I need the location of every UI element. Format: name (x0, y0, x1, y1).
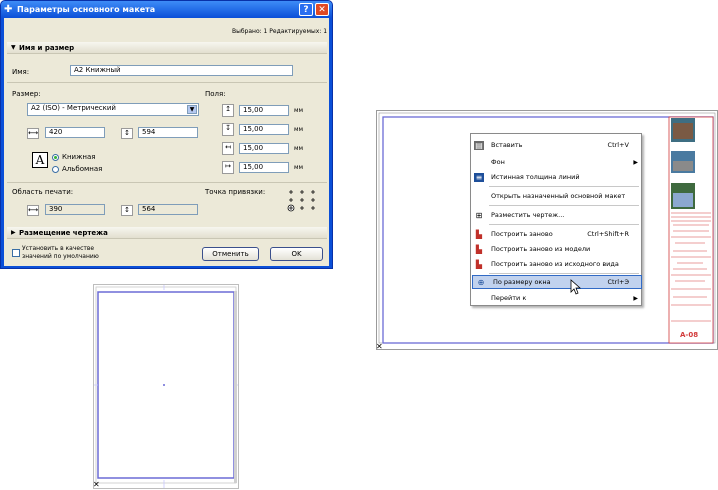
close-button[interactable]: ✕ (315, 3, 329, 16)
paste-icon: ▤ (474, 141, 484, 150)
menu-item-background[interactable]: Фон ▶ (471, 156, 641, 169)
name-label: Имя: (12, 68, 30, 76)
print-height-field: 564 (138, 204, 198, 215)
menu-separator (489, 186, 639, 187)
submenu-arrow-icon: ▶ (633, 295, 638, 302)
collapse-triangle-icon: ▼ (11, 44, 16, 51)
margin-left-input[interactable]: 15,00 (239, 143, 289, 154)
divider (7, 182, 327, 183)
menu-item-rebuild[interactable]: ▙ Построить заново Ctrl+Shift+R (471, 228, 641, 241)
height-icon: ↕ (121, 128, 133, 139)
set-default-label-line2: значений по умолчанию (22, 253, 99, 260)
context-menu: ▤ Вставить Ctrl+V Фон ▶ ≡ Истинная толщи… (470, 133, 642, 306)
menu-item-open-master-layout[interactable]: Открыть назначенный основной макет (471, 190, 641, 203)
margin-top-icon: ↥ (222, 104, 234, 117)
size-label: Размер: (12, 90, 41, 98)
orientation-preview-icon: A (32, 152, 48, 168)
portrait-radio[interactable] (52, 154, 59, 161)
landscape-label: Альбомная (62, 165, 103, 173)
dialog-title: Параметры основного макета (17, 5, 156, 14)
place-drawing-icon: ⊞ (475, 211, 483, 220)
dialog-client: Выбрано: 1 Редактируемых: 1 ▼ Имя и разм… (4, 18, 329, 266)
menu-separator (489, 224, 639, 225)
unit-label: мм (294, 145, 304, 152)
menu-separator (489, 205, 639, 206)
width-icon: ⟷ (27, 128, 39, 139)
name-input[interactable]: A2 Книжный (70, 65, 293, 76)
divider (7, 82, 327, 83)
rebuild-model-icon: ▙ (475, 245, 483, 254)
anchor-grid-icon[interactable] (285, 188, 325, 214)
margin-left-icon: ↤ (222, 142, 234, 155)
margins-label: Поля: (205, 90, 226, 98)
menu-item-rebuild-from-view[interactable]: ▙ Построить заново из исходного вида (471, 258, 641, 271)
ok-button[interactable]: OK (270, 247, 323, 261)
menu-item-true-line-weight[interactable]: ≡ Истинная толщина линий (471, 171, 641, 184)
unit-label: мм (294, 107, 304, 114)
print-width-field: 390 (45, 204, 105, 215)
origin-marker-icon: ✕ (377, 342, 383, 349)
page-preview-canvas: ✕ (93, 285, 238, 489)
menu-item-place-drawing[interactable]: ⊞ Разместить чертеж... (471, 209, 641, 222)
line-weight-icon: ≡ (474, 173, 484, 182)
master-layout-settings-dialog: ✚ Параметры основного макета ? ✕ Выбрано… (0, 0, 333, 269)
rebuild-view-icon: ▙ (475, 260, 483, 269)
size-select[interactable]: A2 (ISO) - Метрический ▼ (27, 103, 199, 116)
title-bar[interactable]: ✚ Параметры основного макета ? ✕ (1, 1, 332, 18)
page-preview: ✕ (93, 284, 239, 489)
anchor-point-grid[interactable] (285, 188, 325, 214)
set-default-label-line1: Установить в качестве (22, 245, 95, 252)
anchor-point-label: Точка привязки: (205, 188, 266, 196)
set-default-checkbox[interactable] (12, 249, 20, 257)
sheet-number: A-08 (680, 331, 698, 339)
margin-right-icon: ↦ (222, 161, 234, 174)
help-button[interactable]: ? (299, 3, 313, 16)
portrait-label: Книжная (62, 153, 96, 161)
fit-window-icon: ⊕ (477, 278, 485, 287)
unit-label: мм (294, 126, 304, 133)
menu-item-fit-window[interactable]: ⊕ По размеру окна Ctrl+Э (472, 275, 642, 289)
section-drawing-placement[interactable]: ▶ Размещение чертежа (7, 227, 327, 239)
print-area-label: Область печати: (12, 188, 74, 196)
cancel-button[interactable]: Отменить (202, 247, 259, 261)
app-icon: ✚ (4, 4, 13, 15)
mouse-cursor-icon (570, 279, 582, 295)
margin-bottom-icon: ↧ (222, 123, 234, 136)
submenu-arrow-icon: ▶ (633, 159, 638, 166)
menu-item-rebuild-from-model[interactable]: ▙ Построить заново из модели (471, 243, 641, 256)
selection-info: Выбрано: 1 Редактируемых: 1 (232, 28, 328, 35)
margin-top-input[interactable]: 15,00 (239, 105, 289, 116)
landscape-radio[interactable] (52, 166, 59, 173)
section-name-size[interactable]: ▼ Имя и размер (7, 42, 327, 54)
margin-bottom-input[interactable]: 15,00 (239, 124, 289, 135)
print-width-icon: ⟷ (27, 205, 39, 216)
origin-marker-icon: ✕ (94, 480, 100, 488)
chevron-down-icon[interactable]: ▼ (187, 105, 197, 114)
height-input[interactable]: 594 (138, 127, 198, 138)
menu-item-paste[interactable]: ▤ Вставить Ctrl+V (471, 139, 641, 152)
rebuild-icon: ▙ (475, 230, 483, 239)
menu-separator (489, 273, 639, 274)
margin-right-input[interactable]: 15,00 (239, 162, 289, 173)
print-height-icon: ↕ (121, 205, 133, 216)
menu-item-go-to[interactable]: Перейти к ▶ (471, 292, 641, 305)
width-input[interactable]: 420 (45, 127, 105, 138)
unit-label: мм (294, 164, 304, 171)
expand-triangle-icon: ▶ (11, 229, 16, 236)
